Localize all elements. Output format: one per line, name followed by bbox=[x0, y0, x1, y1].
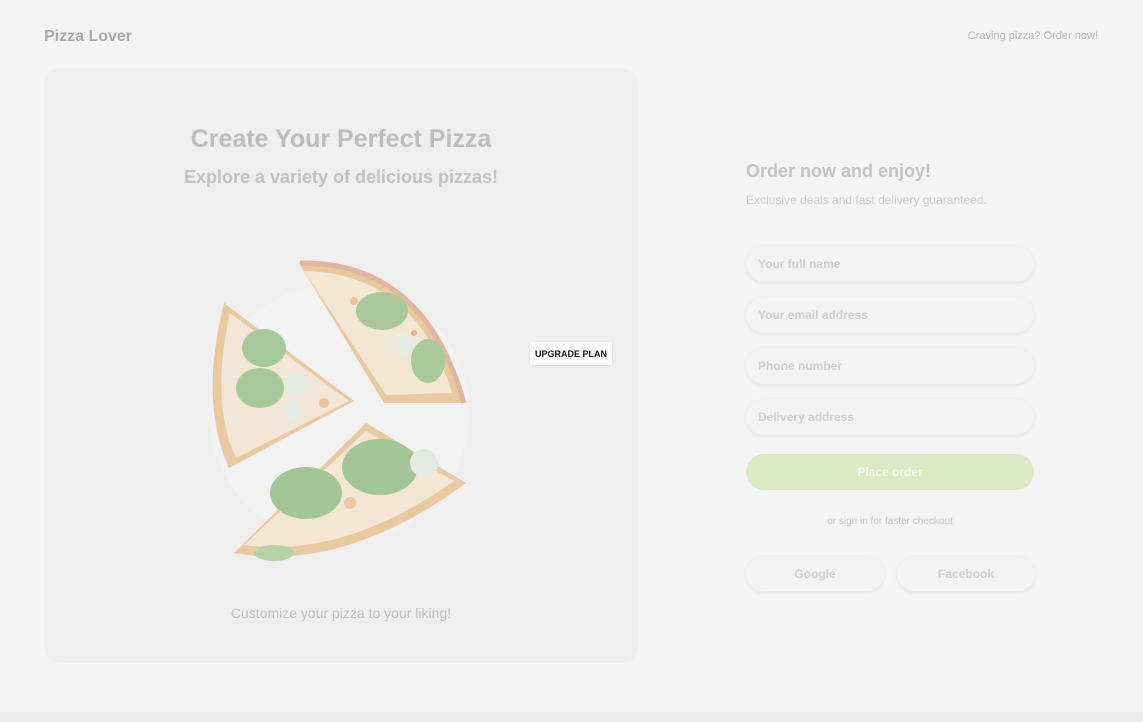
signin-note: or sign in for faster checkout bbox=[827, 516, 953, 527]
phone-input[interactable] bbox=[746, 348, 1034, 384]
place-order-button[interactable]: Place order bbox=[746, 454, 1034, 490]
order-heading: Order now and enjoy! bbox=[746, 161, 932, 181]
email-input[interactable] bbox=[746, 297, 1034, 333]
full-name-input[interactable] bbox=[746, 246, 1034, 282]
order-now-link[interactable]: Craving pizza? Order now! bbox=[968, 30, 1098, 42]
brand-logo[interactable]: Pizza Lover bbox=[44, 28, 132, 46]
order-subheading: Exclusive deals and fast delivery guaran… bbox=[746, 193, 987, 207]
address-input[interactable] bbox=[746, 399, 1034, 435]
hero-title: Create Your Perfect Pizza bbox=[190, 125, 492, 153]
upgrade-plan-button[interactable]: UPGRADE PLAN bbox=[530, 342, 612, 365]
hero-caption: Customize your pizza to your liking! bbox=[230, 605, 452, 621]
facebook-signin-button[interactable]: Facebook bbox=[897, 557, 1035, 591]
hero-card: Create Your Perfect Pizza Explore a vari… bbox=[44, 68, 638, 663]
hero-subtitle: Explore a variety of delicious pizzas! bbox=[183, 167, 499, 187]
page-footer-strip bbox=[0, 712, 1143, 722]
google-signin-button[interactable]: Google bbox=[746, 557, 884, 591]
pizza-slices-illustration bbox=[209, 260, 469, 561]
